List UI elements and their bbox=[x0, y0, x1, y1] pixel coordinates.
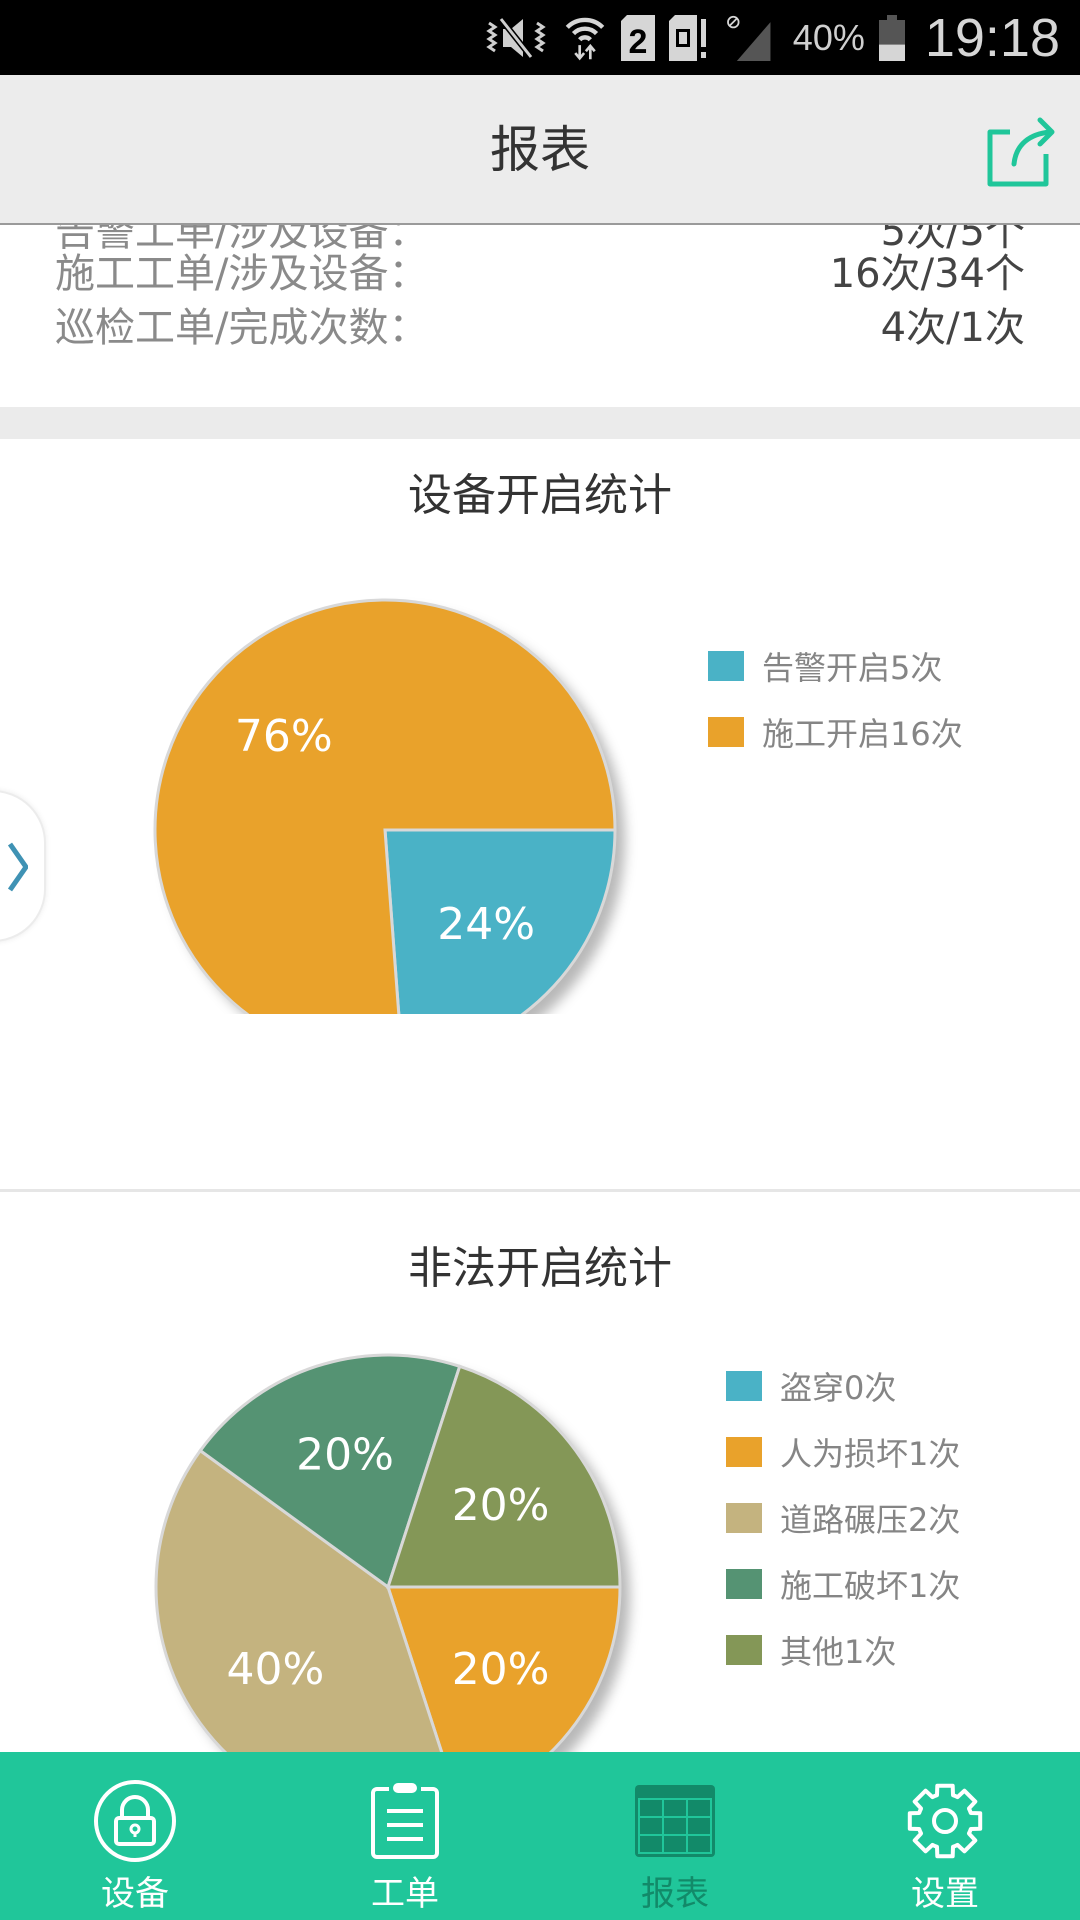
legend-swatch bbox=[726, 1503, 762, 1533]
tab-report[interactable]: 报表 bbox=[540, 1752, 810, 1920]
legend-swatch bbox=[726, 1371, 762, 1401]
tab-label: 工单 bbox=[371, 1874, 439, 1914]
legend-item[interactable]: 道路碾压2次 bbox=[726, 1485, 960, 1551]
summary-label: 巡检工单/完成次数： bbox=[55, 305, 429, 351]
chart-legend: 告警开启5次 施工开启16次 bbox=[708, 633, 963, 765]
legend-item[interactable]: 施工破坏1次 bbox=[726, 1551, 960, 1617]
tab-workorder[interactable]: 工单 bbox=[270, 1752, 540, 1920]
battery-icon bbox=[878, 14, 905, 61]
report-content[interactable]: 告警工单/涉及设备： 5次/5个 施工工单/涉及设备： 16次/34个 巡检工单… bbox=[0, 225, 1080, 1755]
summary-row-inspection: 巡检工单/完成次数： 4次/1次 bbox=[55, 291, 1025, 357]
vibrate-mute-icon bbox=[486, 16, 546, 59]
legend-swatch bbox=[708, 717, 744, 747]
legend-label: 道路碾压2次 bbox=[780, 1501, 961, 1539]
pie-percent-label: 24% bbox=[437, 899, 535, 950]
tab-settings[interactable]: 设置 bbox=[810, 1752, 1080, 1920]
tab-label: 设备 bbox=[101, 1874, 169, 1914]
legend-swatch bbox=[708, 651, 744, 681]
chevron-right-icon bbox=[8, 842, 28, 892]
bottom-tab-bar: 设备 工单 报表 设置 bbox=[0, 1752, 1080, 1920]
gear-icon bbox=[907, 1783, 983, 1859]
svg-text:2: 2 bbox=[628, 23, 647, 61]
pie-percent-label: 40% bbox=[227, 1644, 325, 1695]
status-icons: 2 40% 19:18 bbox=[485, 0, 1060, 75]
legend-label: 盗穿0次 bbox=[780, 1369, 897, 1407]
legend-label: 其他1次 bbox=[780, 1633, 897, 1671]
device-open-chart-section: 设备开启统计 24% 76% 告警开启5次 施工开启16次 bbox=[0, 439, 1080, 1014]
legend-item[interactable]: 告警开启5次 bbox=[708, 633, 963, 699]
sim2-icon: 2 bbox=[620, 14, 655, 61]
pie-percent-label: 20% bbox=[452, 1480, 550, 1531]
legend-item[interactable]: 施工开启16次 bbox=[708, 699, 963, 765]
chart-legend: 盗穿0次人为损坏1次 道路碾压2次 施工破坏1次 其他1次 bbox=[726, 1353, 960, 1683]
legend-swatch bbox=[726, 1437, 762, 1467]
pie-percent-label: 76% bbox=[235, 711, 333, 762]
tab-device[interactable]: 设备 bbox=[0, 1752, 270, 1920]
app-header: 报表 bbox=[0, 75, 1080, 225]
legend-label: 人为损坏1次 bbox=[780, 1435, 961, 1473]
clock: 19:18 bbox=[924, 7, 1060, 68]
gear-hub bbox=[932, 1808, 958, 1834]
signal-icon bbox=[726, 15, 771, 61]
lock-icon bbox=[94, 1780, 176, 1862]
illegal-open-chart-section: 非法开启统计 20% 40% 20% 20% 盗穿0次 人为损坏1次 道路碾压2次 施工破坏… bbox=[0, 1192, 1080, 1755]
summary-value: 4次/1次 bbox=[880, 305, 1025, 351]
gear-outline bbox=[907, 1783, 983, 1859]
tab-label: 设置 bbox=[911, 1874, 979, 1914]
legend-swatch bbox=[726, 1569, 762, 1599]
tab-label: 报表 bbox=[641, 1874, 709, 1914]
legend-label: 施工破坏1次 bbox=[780, 1567, 961, 1605]
clipboard-icon bbox=[371, 1783, 439, 1859]
legend-item[interactable]: 其他1次 bbox=[726, 1617, 960, 1683]
page-title: 报表 bbox=[490, 121, 590, 179]
legend-label: 告警开启5次 bbox=[762, 649, 943, 687]
legend-item[interactable]: 盗穿0次 bbox=[726, 1353, 960, 1419]
legend-label: 施工开启16次 bbox=[762, 715, 963, 753]
legend-swatch bbox=[726, 1635, 762, 1665]
status-bar: 2 40% 19:18 bbox=[0, 0, 1080, 75]
legend-item[interactable]: 人为损坏1次 bbox=[726, 1419, 960, 1485]
table-icon bbox=[635, 1785, 715, 1857]
pie-percent-label: 20% bbox=[452, 1644, 550, 1695]
section-gap bbox=[0, 407, 1080, 439]
share-icon bbox=[987, 117, 1055, 187]
pie-percent-label: 20% bbox=[296, 1430, 394, 1481]
battery-percent: 40% bbox=[792, 16, 865, 58]
wifi-icon bbox=[565, 17, 605, 60]
sim-alert-icon bbox=[668, 14, 706, 61]
share-button[interactable] bbox=[978, 110, 1058, 190]
